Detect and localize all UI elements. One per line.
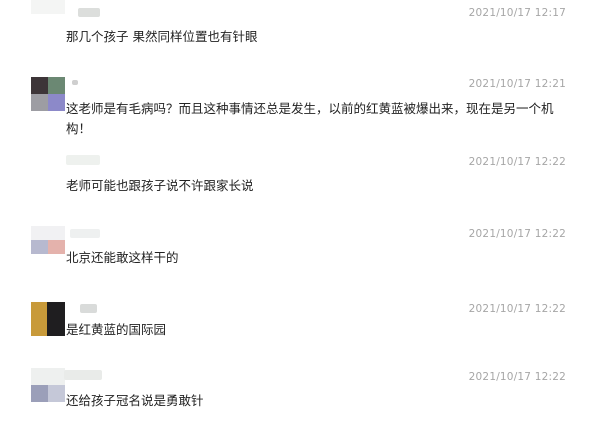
sender-name — [80, 304, 97, 313]
sender-name — [66, 155, 100, 165]
avatar[interactable] — [31, 302, 65, 336]
avatar[interactable] — [31, 368, 65, 402]
message-timestamp: 2021/10/17 12:21 — [468, 78, 566, 90]
message-text: 是红黄蓝的国际园 — [66, 322, 167, 337]
message-text: 这老师是有毛病吗？而且这种事情还总是发生，以前的红黄蓝被爆出来，现在是另一个机构… — [66, 101, 554, 136]
message-timestamp: 2021/10/17 12:22 — [468, 228, 566, 240]
avatar[interactable] — [31, 226, 65, 260]
message-text: 老师可能也跟孩子说不许跟家长说 — [66, 178, 254, 193]
message-text: 还给孩子冠名说是勇敢针 — [66, 393, 204, 408]
message-timestamp: 2021/10/17 12:22 — [468, 303, 566, 315]
sender-name — [72, 80, 78, 85]
message-timestamp: 2021/10/17 12:17 — [468, 7, 566, 19]
sender-name — [64, 370, 102, 380]
avatar[interactable] — [31, 77, 65, 111]
message-timestamp: 2021/10/17 12:22 — [468, 371, 566, 383]
message-text: 北京还能敢这样干的 — [66, 250, 179, 265]
chat-log: 2021/10/17 12:17 那几个孩子 果然同样位置也有针眼 2021/1… — [0, 0, 600, 430]
sender-name — [78, 8, 100, 17]
sender-name — [70, 229, 100, 238]
message-text: 那几个孩子 果然同样位置也有针眼 — [66, 29, 258, 44]
message-timestamp: 2021/10/17 12:22 — [468, 156, 566, 168]
avatar[interactable] — [31, 0, 65, 14]
